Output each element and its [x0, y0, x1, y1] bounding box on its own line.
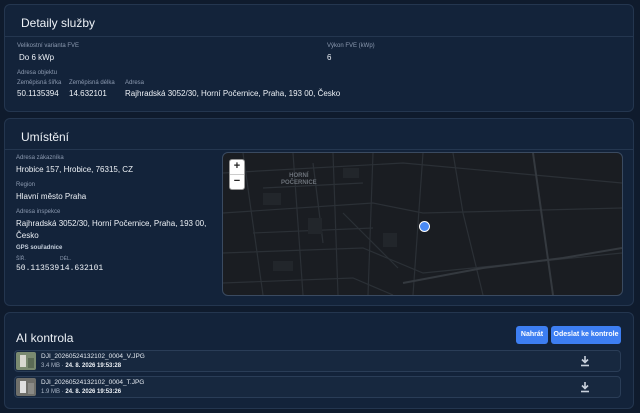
district-line1: HORNÍ	[289, 173, 309, 179]
district-line2: POČERNICE	[281, 180, 317, 186]
address-object-label: Adresa objektu	[17, 70, 58, 76]
service-details-title: Detaily služby	[21, 16, 96, 30]
file-thumbnail	[16, 352, 36, 370]
power-label: Výkon FVE (kWp)	[327, 43, 375, 49]
upload-button[interactable]: Nahrát	[516, 326, 548, 344]
location-map[interactable]: HORNÍ POČERNICE + −	[222, 152, 623, 296]
download-icon[interactable]	[580, 382, 590, 393]
inspection-address-line2: Česko	[16, 231, 39, 240]
longitude-label: Zeměpisná délka	[69, 80, 115, 86]
map-district-label: HORNÍ POČERNICE	[281, 173, 317, 187]
gps-lat-value: 50.113539	[16, 264, 60, 273]
file-row[interactable]: DJI_20260524132102_0004_T.JPG 1.9 MB · 2…	[14, 376, 621, 398]
address-value: Rajhradská 3052/30, Horní Počernice, Pra…	[125, 89, 341, 98]
file-thumbnail	[16, 378, 36, 396]
zoom-in-button[interactable]: +	[230, 160, 244, 174]
gps-lon-value: 14.632101	[60, 264, 104, 273]
divider	[5, 36, 633, 37]
address-label: Adresa	[125, 80, 145, 86]
region-label: Region	[16, 182, 36, 188]
service-details-card: Detaily služby Velikostní varianta FVE D…	[4, 4, 634, 112]
location-marker-icon[interactable]	[419, 221, 430, 232]
file-meta: 3.4 MB · 24. 8. 2026 19:53:28	[41, 363, 122, 369]
gps-lat-label: ŠÍŘ.	[16, 256, 26, 262]
variant-value: Do 6 kWp	[19, 53, 55, 62]
region-value: Hlavní město Praha	[16, 192, 87, 201]
divider	[5, 149, 633, 150]
gps-label: GPS souřadnice	[16, 245, 63, 251]
power-value: 6	[327, 53, 332, 62]
file-date: 24. 8. 2026 19:53:26	[65, 389, 122, 395]
inspection-address-label: Adresa inspekce	[16, 209, 61, 215]
file-date: 24. 8. 2026 19:53:28	[65, 363, 122, 369]
map-zoom-control: + −	[229, 159, 245, 190]
file-row[interactable]: DJI_20260524132102_0004_V.JPG 3.4 MB · 2…	[14, 350, 621, 372]
location-title: Umístění	[21, 130, 70, 144]
submit-for-check-button[interactable]: Odeslat ke kontrole	[551, 326, 621, 344]
longitude-value: 14.632101	[69, 89, 107, 98]
customer-address-label: Adresa zákazníka	[16, 155, 64, 161]
file-name: DJI_20260524132102_0004_V.JPG	[41, 353, 145, 360]
gps-lon-label: DÉL.	[60, 256, 72, 262]
variant-label: Velikostní varianta FVE	[17, 43, 80, 49]
file-size: 3.4 MB	[41, 363, 61, 369]
ai-check-title: AI kontrola	[16, 331, 74, 345]
inspection-address-line1: Rajhradská 3052/30, Horní Počernice, Pra…	[16, 219, 207, 228]
file-name: DJI_20260524132102_0004_T.JPG	[41, 379, 145, 386]
file-meta: 1.9 MB · 24. 8. 2026 19:53:26	[41, 389, 122, 395]
zoom-out-button[interactable]: −	[230, 174, 244, 189]
latitude-value: 50.1135394	[17, 89, 59, 98]
file-size: 1.9 MB	[41, 389, 61, 395]
customer-address-value: Hrobice 157, Hrobice, 76315, CZ	[16, 165, 133, 174]
latitude-label: Zeměpisná šířka	[17, 80, 62, 86]
download-icon[interactable]	[580, 356, 590, 367]
